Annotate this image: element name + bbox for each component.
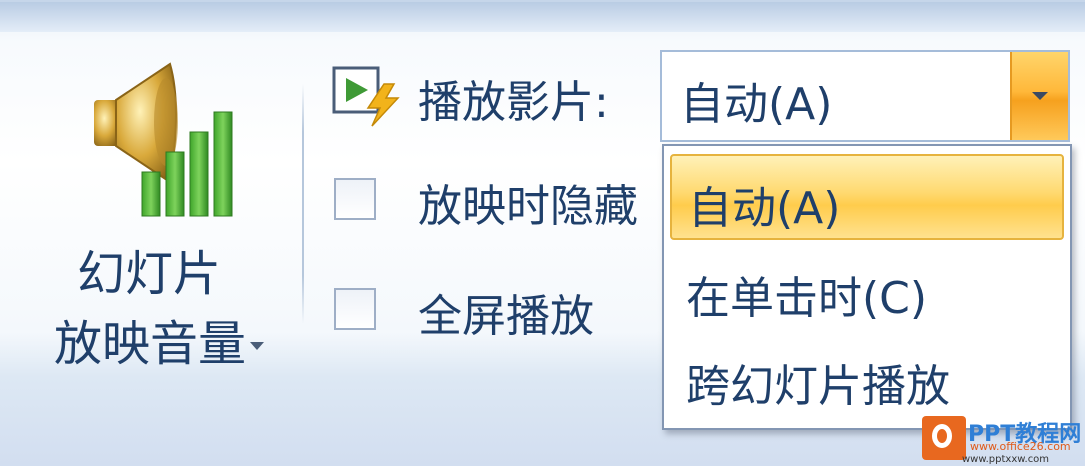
chevron-down-icon <box>1032 92 1048 100</box>
volume-label-line1: 幻灯片 <box>76 246 221 302</box>
fullscreen-label: 全屏播放 <box>418 291 594 342</box>
option-label: 跨幻灯片播放 <box>686 361 950 412</box>
hide-during-show-checkbox[interactable] <box>334 178 376 220</box>
ribbon-top-strip <box>0 2 1085 32</box>
play-movie-dropdown-list: 自动(A) 在单击时(C) 跨幻灯片播放 <box>662 144 1072 430</box>
dropdown-option-on-click[interactable]: 在单击时(C) <box>670 246 1064 332</box>
watermark: PPT教程网 www.office26.com www.pptxxw.com <box>922 414 1085 466</box>
chevron-down-icon <box>250 342 264 350</box>
play-movie-label: 播放影片: <box>418 77 609 128</box>
combobox-dropdown-button[interactable] <box>1010 52 1068 140</box>
option-label: 在单击时(C) <box>686 273 928 324</box>
dropdown-option-across-slides[interactable]: 跨幻灯片播放 <box>670 334 1064 420</box>
fullscreen-checkbox[interactable] <box>334 288 376 330</box>
watermark-url-1: www.office26.com <box>970 440 1071 453</box>
hide-during-show-label: 放映时隐藏 <box>418 181 638 230</box>
checkbox-row-fullscreen[interactable]: 全屏播放 <box>334 280 664 342</box>
watermark-url-2: www.pptxxw.com <box>962 454 1050 465</box>
ribbon-panel: 幻灯片 放映音量 播放影片: 自动(A) 放映时隐藏 全屏播放 自动(A) 在单… <box>0 0 1085 466</box>
play-movie-selected-value: 自动(A) <box>680 79 833 130</box>
movie-play-icon <box>332 66 400 127</box>
play-movie-combobox[interactable]: 自动(A) <box>660 50 1070 142</box>
speaker-volume-icon <box>94 62 233 217</box>
checkbox-row-hide-during-show[interactable]: 放映时隐藏 <box>334 170 664 230</box>
volume-label-line2: 放映音量 <box>53 316 246 372</box>
group-separator <box>302 84 304 324</box>
dropdown-option-automatic[interactable]: 自动(A) <box>670 154 1064 240</box>
office-logo-icon <box>922 416 966 460</box>
slideshow-volume-button[interactable]: 幻灯片 放映音量 <box>18 42 280 372</box>
option-label: 自动(A) <box>688 183 841 234</box>
